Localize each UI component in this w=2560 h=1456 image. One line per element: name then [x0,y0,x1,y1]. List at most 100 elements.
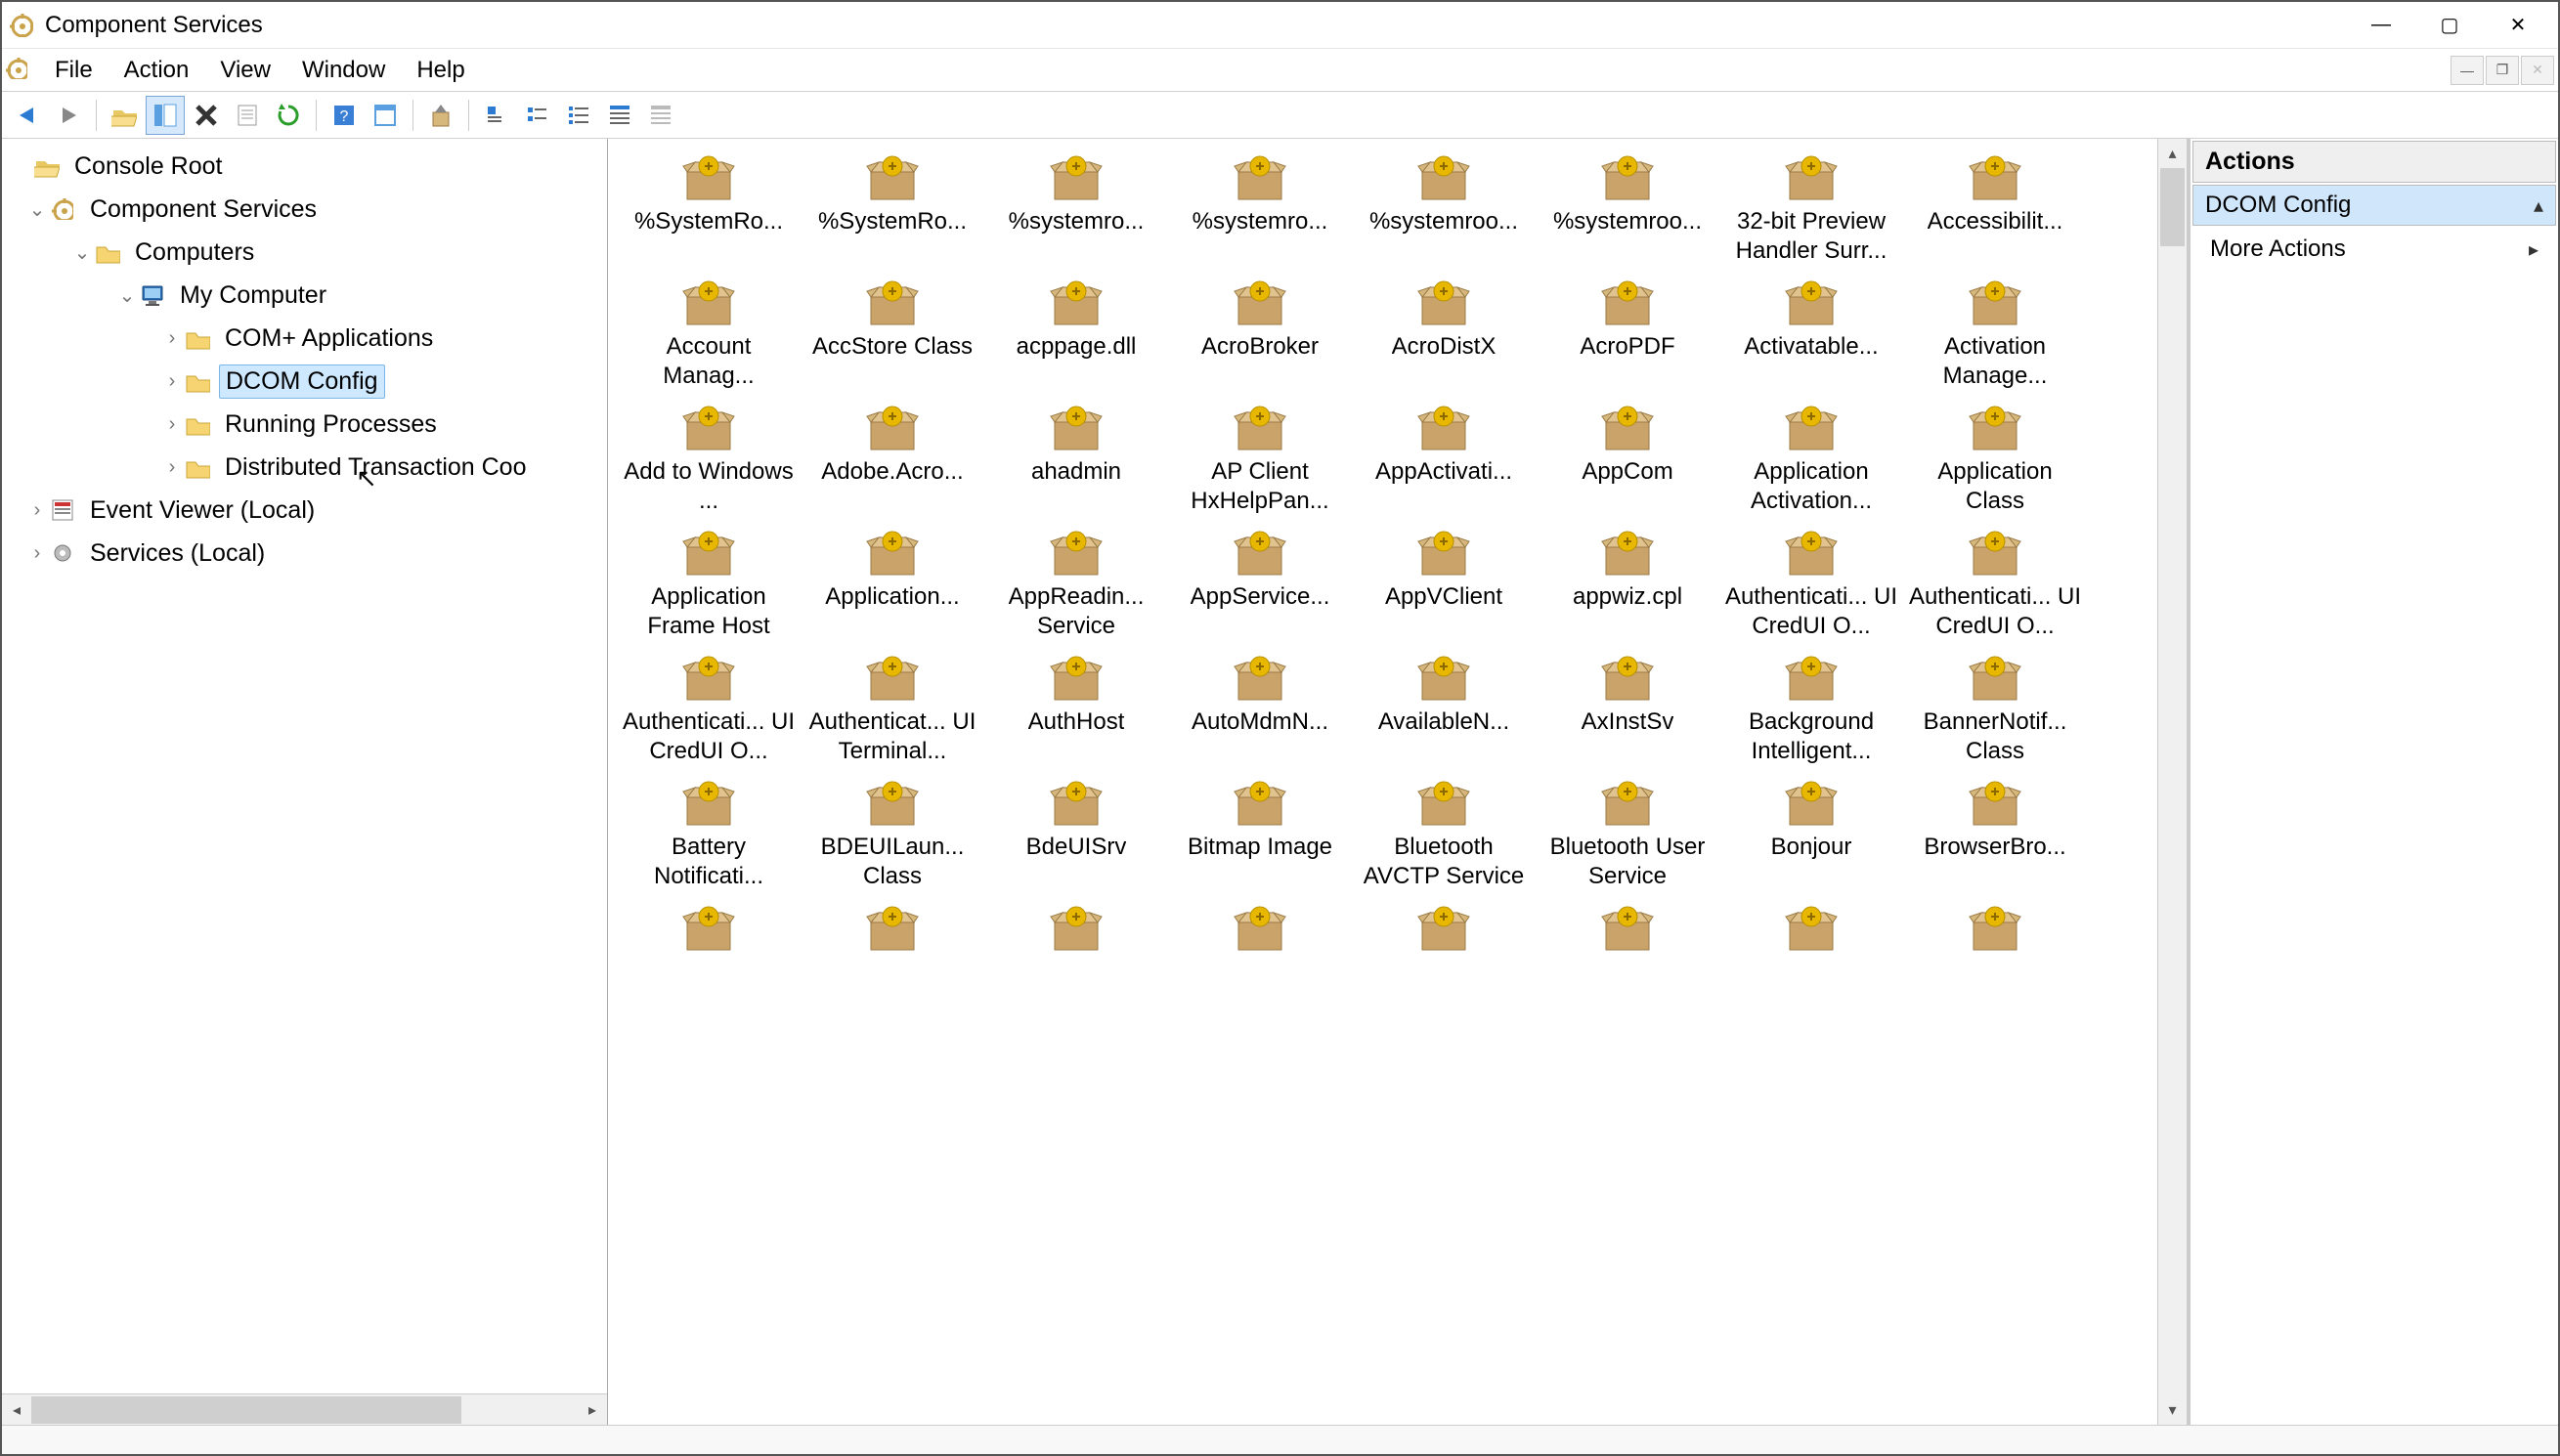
dcom-item[interactable]: Application... [802,524,983,645]
dcom-item[interactable]: AppService... [1169,524,1351,645]
scroll-right-icon[interactable]: ▸ [578,1395,607,1425]
dcom-item[interactable] [1169,899,1351,962]
dcom-item[interactable] [1353,899,1535,962]
dcom-item[interactable]: Authenticati... UI CredUI O... [618,649,800,770]
dcom-item[interactable]: Accessibilit... [1904,149,2086,270]
tree-node-computers[interactable]: Computers [2,231,607,274]
delete-button[interactable] [187,96,226,135]
dcom-item[interactable]: Bluetooth User Service [1537,774,1718,895]
menu-file[interactable]: File [39,53,108,88]
dcom-item[interactable]: %SystemRo... [802,149,983,270]
dcom-item[interactable]: appwiz.cpl [1537,524,1718,645]
dcom-item[interactable]: %systemro... [985,149,1167,270]
tree-node-running-processes[interactable]: Running Processes [2,403,607,446]
dcom-item[interactable]: Background Intelligent... [1720,649,1902,770]
dcom-item[interactable]: Application Class [1904,399,2086,520]
dcom-item[interactable]: BannerNotif... Class [1904,649,2086,770]
menu-window[interactable]: Window [286,53,401,88]
mdi-restore-button[interactable]: ❐ [2486,56,2519,85]
dcom-item[interactable]: Authenticati... UI CredUI O... [1720,524,1902,645]
dcom-item[interactable]: AutoMdmN... [1169,649,1351,770]
refresh-button[interactable] [269,96,308,135]
dcom-item[interactable]: AcroDistX [1353,274,1535,395]
mdi-close-button[interactable]: ✕ [2521,56,2554,85]
dcom-item[interactable]: Adobe.Acro... [802,399,983,520]
tree-node-com-plus[interactable]: COM+ Applications [2,317,607,360]
nav-forward-button[interactable] [49,96,88,135]
nav-back-button[interactable] [8,96,47,135]
tree-node-dcom-config[interactable]: DCOM Config [2,360,607,403]
dcom-item[interactable]: AppVClient [1353,524,1535,645]
view-detail-button[interactable] [600,96,639,135]
new-window-button[interactable] [366,96,405,135]
scroll-up-icon[interactable]: ▴ [2158,139,2187,168]
tree-node-console-root[interactable]: Console Root [2,145,607,188]
dcom-item[interactable]: Activatable... [1720,274,1902,395]
dcom-item[interactable] [802,899,983,962]
actions-section-header[interactable]: DCOM Config ▴ [2192,185,2556,226]
close-button[interactable]: ✕ [2484,4,2552,47]
scroll-down-icon[interactable]: ▾ [2158,1395,2187,1425]
dcom-item[interactable]: Account Manag... [618,274,800,395]
dcom-item[interactable]: AP Client HxHelpPan... [1169,399,1351,520]
dcom-item[interactable]: AppActivati... [1353,399,1535,520]
dcom-item[interactable]: AcroBroker [1169,274,1351,395]
view-list-button[interactable] [559,96,598,135]
dcom-item[interactable]: 32-bit Preview Handler Surr... [1720,149,1902,270]
more-actions-item[interactable]: More Actions ▸ [2191,226,2558,273]
vertical-scrollbar[interactable]: ▴ ▾ [2157,139,2187,1425]
dcom-item[interactable]: BDEUILaun... Class [802,774,983,895]
scroll-left-icon[interactable]: ◂ [2,1395,31,1425]
tree-node-my-computer[interactable]: My Computer [2,274,607,317]
view-status-button[interactable] [641,96,680,135]
dcom-item[interactable]: Add to Windows ... [618,399,800,520]
dcom-item[interactable]: Bluetooth AVCTP Service [1353,774,1535,895]
dcom-item[interactable]: acppage.dll [985,274,1167,395]
dcom-item[interactable]: BdeUISrv [985,774,1167,895]
menu-help[interactable]: Help [401,53,480,88]
menu-action[interactable]: Action [108,53,205,88]
tree-node-dtc[interactable]: Distributed Transaction Coo [2,446,607,489]
dcom-item[interactable] [1720,899,1902,962]
dcom-item[interactable]: Authenticati... UI CredUI O... [1904,524,2086,645]
dcom-item[interactable]: AppReadin... Service [985,524,1167,645]
dcom-item[interactable]: Bitmap Image [1169,774,1351,895]
dcom-item[interactable] [985,899,1167,962]
view-small-button[interactable] [518,96,557,135]
dcom-item[interactable]: AvailableN... [1353,649,1535,770]
dcom-item[interactable]: %SystemRo... [618,149,800,270]
dcom-item[interactable]: Bonjour [1720,774,1902,895]
minimize-button[interactable]: — [2347,4,2415,47]
view-large-button[interactable] [477,96,516,135]
maximize-button[interactable]: ▢ [2415,4,2484,47]
dcom-item[interactable]: AccStore Class [802,274,983,395]
up-level-button[interactable] [105,96,144,135]
tree-horizontal-scrollbar[interactable]: ◂ ▸ [2,1393,607,1425]
dcom-item[interactable]: Activation Manage... [1904,274,2086,395]
dcom-item[interactable]: Application Activation... [1720,399,1902,520]
dcom-item[interactable]: AxInstSv [1537,649,1718,770]
help-button[interactable]: ? [325,96,364,135]
dcom-item[interactable]: %systemroo... [1537,149,1718,270]
show-tree-button[interactable] [146,96,185,135]
tree-node-component-services[interactable]: Component Services [2,188,607,231]
scroll-thumb[interactable] [31,1396,461,1424]
dcom-item[interactable] [618,899,800,962]
dcom-item[interactable] [1904,899,2086,962]
dcom-item[interactable]: Application Frame Host [618,524,800,645]
dcom-item[interactable]: AppCom [1537,399,1718,520]
export-button[interactable] [421,96,460,135]
properties-button[interactable] [228,96,267,135]
dcom-item[interactable]: Battery Notificati... [618,774,800,895]
dcom-item[interactable]: BrowserBro... [1904,774,2086,895]
tree-node-services[interactable]: Services (Local) [2,532,607,575]
dcom-item[interactable]: AcroPDF [1537,274,1718,395]
dcom-item[interactable]: AuthHost [985,649,1167,770]
dcom-item[interactable]: ahadmin [985,399,1167,520]
mdi-minimize-button[interactable]: — [2451,56,2484,85]
dcom-item[interactable] [1537,899,1718,962]
menu-view[interactable]: View [204,53,286,88]
dcom-item[interactable]: Authenticat... UI Terminal... [802,649,983,770]
dcom-item[interactable]: %systemroo... [1353,149,1535,270]
dcom-item[interactable]: %systemro... [1169,149,1351,270]
